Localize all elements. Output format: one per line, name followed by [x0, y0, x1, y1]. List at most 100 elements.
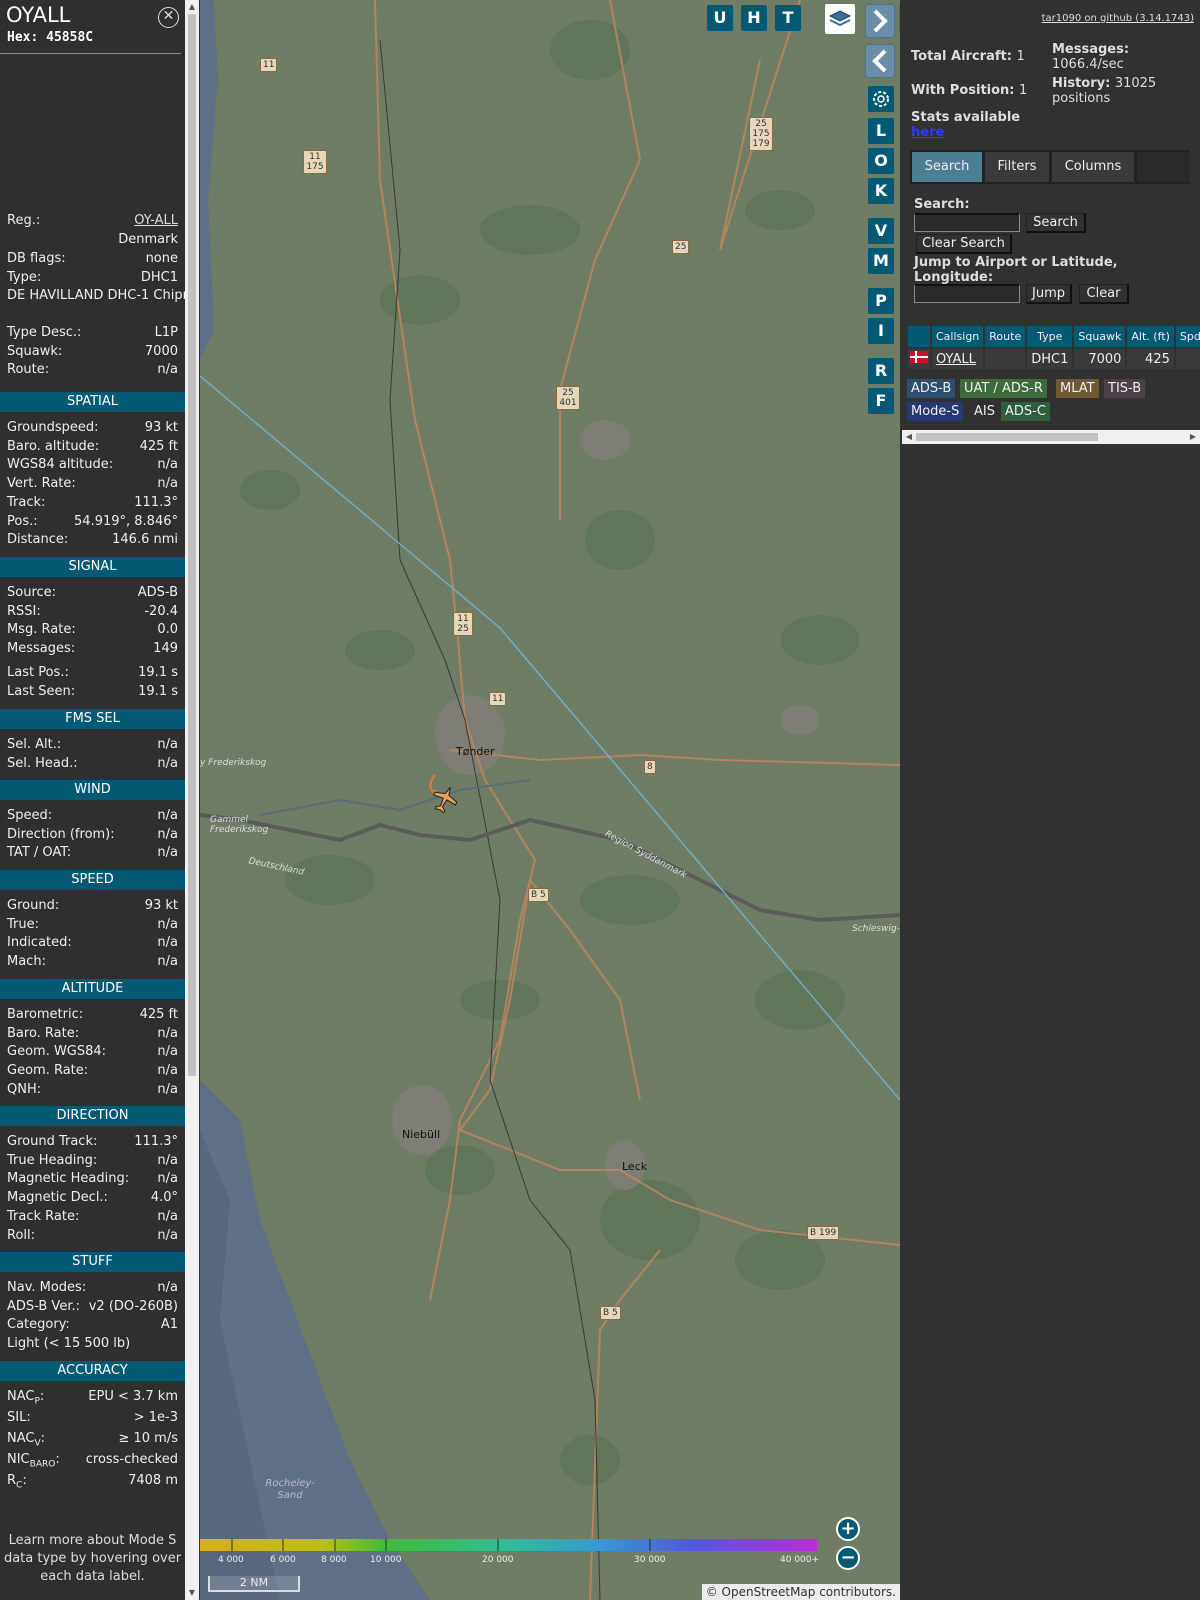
info-label[interactable]: SIL:	[7, 1409, 31, 1427]
scroll-right-icon[interactable]: ▶	[1186, 430, 1200, 444]
info-label[interactable]: ADS-B Ver.:	[7, 1298, 80, 1316]
info-label[interactable]: WGS84 altitude:	[7, 456, 113, 474]
info-label[interactable]: Msg. Rate:	[7, 621, 76, 639]
info-label[interactable]: TAT / OAT:	[7, 844, 71, 862]
info-label[interactable]: Light (< 15 500 lb)	[7, 1335, 130, 1353]
info-label[interactable]: True:	[7, 916, 39, 934]
stats-link[interactable]: here	[911, 125, 1020, 140]
zoom-in-button[interactable]: +	[836, 1517, 860, 1541]
source-tisb-badge[interactable]: TIS-B	[1104, 379, 1146, 398]
info-label[interactable]: Pos.:	[7, 513, 38, 531]
map-button-r[interactable]: R	[868, 358, 894, 384]
info-label[interactable]: Distance:	[7, 531, 68, 549]
info-label[interactable]: Track:	[7, 494, 45, 512]
column-header-callsign[interactable]: Callsign	[929, 324, 986, 349]
search-button[interactable]: Search	[1026, 213, 1086, 233]
info-label[interactable]: Baro. Rate:	[7, 1025, 79, 1043]
info-label[interactable]: Barometric:	[7, 1006, 83, 1024]
map-view[interactable]: Tønder Niebüll Leck y Frederikskog Gamme…	[200, 0, 900, 1600]
column-header-squawk[interactable]: Squawk	[1072, 324, 1128, 349]
info-label[interactable]: Mach:	[7, 953, 46, 971]
info-label[interactable]: Sel. Head.:	[7, 755, 78, 773]
info-label[interactable]: Nav. Modes:	[7, 1279, 86, 1297]
table-row[interactable]: OYALL DHC1 7000 425	[906, 347, 1200, 371]
aircraft-marker-icon[interactable]	[432, 785, 458, 813]
info-label[interactable]: Geom. WGS84:	[7, 1043, 106, 1061]
map-button-l[interactable]: L	[868, 118, 894, 144]
map-button-v[interactable]: V	[868, 218, 894, 244]
settings-button[interactable]	[868, 86, 894, 112]
tab-columns[interactable]: Columns	[1052, 152, 1134, 182]
callsign-cell[interactable]: OYALL	[929, 347, 986, 371]
map-attribution[interactable]: © OpenStreetMap contributors.	[701, 1584, 900, 1600]
info-label[interactable]: NAC	[7, 1389, 34, 1404]
map-button-i[interactable]: I	[868, 318, 894, 344]
info-label[interactable]: Vert. Rate:	[7, 475, 76, 493]
info-label[interactable]: Geom. Rate:	[7, 1062, 88, 1080]
map-button-p[interactable]: P	[868, 288, 894, 314]
info-label[interactable]: Groundspeed:	[7, 419, 98, 437]
close-icon[interactable]: ✕	[158, 7, 179, 28]
info-label[interactable]: Indicated:	[7, 934, 72, 952]
info-label[interactable]: Speed:	[7, 807, 52, 825]
clear-search-button[interactable]: Clear Search	[916, 234, 1012, 254]
jump-input[interactable]	[914, 284, 1020, 303]
info-label[interactable]: Last Pos.:	[7, 664, 69, 682]
info-label[interactable]: Ground:	[7, 897, 59, 915]
map-button-h[interactable]: H	[741, 5, 767, 31]
source-mlat-badge[interactable]: MLAT	[1056, 379, 1099, 398]
scrollbar-thumb[interactable]	[188, 14, 196, 1076]
source-modes-badge[interactable]: Mode-S	[907, 402, 964, 421]
expand-sidebar-button[interactable]	[865, 4, 895, 38]
column-header-alt[interactable]: Alt. (ft)	[1125, 324, 1176, 349]
registration-link[interactable]: OY-ALL	[134, 212, 178, 230]
info-label[interactable]: True Heading:	[7, 1152, 97, 1170]
clear-button[interactable]: Clear	[1079, 284, 1129, 304]
info-label[interactable]: RSSI:	[7, 603, 41, 621]
info-label[interactable]: Magnetic Heading:	[7, 1170, 129, 1188]
jump-button[interactable]: Jump	[1026, 284, 1072, 304]
info-label[interactable]: Category:	[7, 1316, 70, 1334]
map-button-k[interactable]: K	[868, 178, 894, 204]
map-button-m[interactable]: M	[868, 248, 894, 274]
tab-search[interactable]: Search	[912, 152, 982, 182]
source-ais-badge[interactable]: AIS	[970, 402, 999, 421]
info-label[interactable]: Sel. Alt.:	[7, 736, 61, 754]
info-label[interactable]: Direction (from):	[7, 826, 115, 844]
column-header-spd[interactable]: Spd.	[1173, 324, 1200, 349]
source-adsb-badge[interactable]: ADS-B	[907, 379, 956, 398]
column-header-route[interactable]: Route	[983, 324, 1028, 349]
info-label[interactable]: R	[7, 1473, 16, 1488]
collapse-sidebar-button[interactable]	[865, 44, 895, 78]
info-label[interactable]: Roll:	[7, 1227, 35, 1245]
scroll-down-icon[interactable]: ▼	[185, 1586, 199, 1600]
table-horizontal-scrollbar[interactable]: ◀ ▶	[902, 430, 1200, 444]
search-input[interactable]	[914, 213, 1020, 232]
info-label[interactable]: Ground Track:	[7, 1133, 97, 1151]
column-header-type[interactable]: Type	[1025, 324, 1075, 349]
source-uat-badge[interactable]: UAT / ADS-R	[960, 379, 1047, 398]
github-link[interactable]: tar1090 on github (3.14.1743)	[1042, 13, 1194, 24]
info-panel-scrollbar[interactable]: ▲ ▼	[185, 0, 199, 1600]
scroll-left-icon[interactable]: ◀	[902, 430, 916, 444]
map-button-f[interactable]: F	[868, 388, 894, 414]
info-label[interactable]: NAC	[7, 1431, 34, 1446]
map-button-u[interactable]: U	[707, 5, 733, 31]
tab-filters[interactable]: Filters	[985, 152, 1049, 182]
info-label[interactable]: Last Seen:	[7, 683, 75, 701]
scroll-up-icon[interactable]: ▲	[185, 0, 199, 14]
info-label[interactable]: QNH:	[7, 1081, 41, 1099]
info-label[interactable]: NIC	[7, 1452, 30, 1467]
map-button-t[interactable]: T	[775, 5, 801, 31]
info-label[interactable]: Source:	[7, 584, 56, 602]
info-label[interactable]: Magnetic Decl.:	[7, 1189, 108, 1207]
layers-button[interactable]	[825, 4, 855, 34]
scrollbar-thumb[interactable]	[916, 433, 1098, 441]
info-label[interactable]: Messages:	[7, 640, 75, 658]
info-label[interactable]: Track Rate:	[7, 1208, 79, 1226]
zoom-out-button[interactable]: −	[836, 1546, 860, 1570]
map-button-o[interactable]: O	[868, 148, 894, 174]
source-adsc-badge[interactable]: ADS-C	[1001, 402, 1050, 421]
detail-value: DHC1	[140, 270, 178, 285]
info-label[interactable]: Baro. altitude:	[7, 438, 99, 456]
